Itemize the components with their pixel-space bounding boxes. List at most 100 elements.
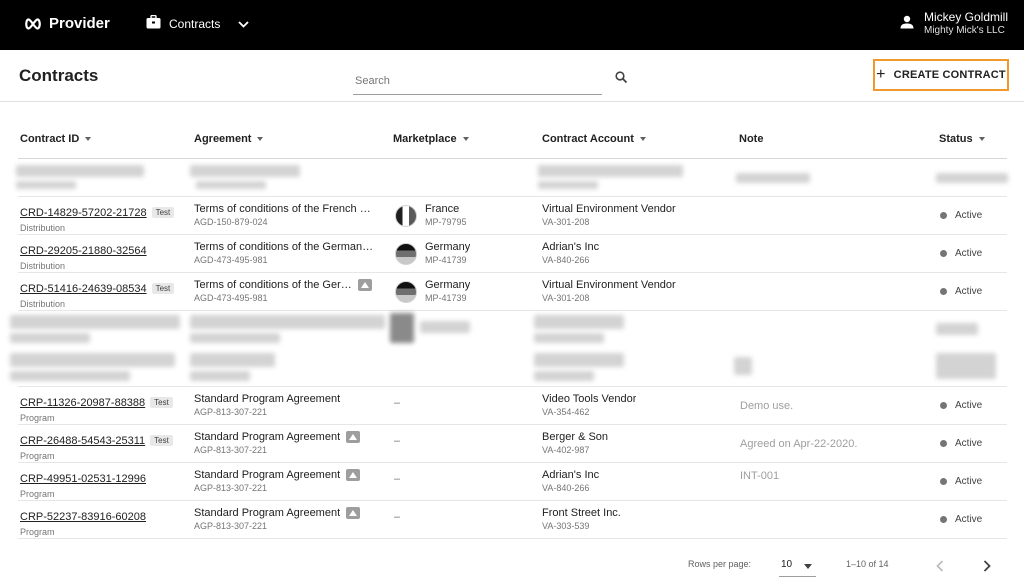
table-row[interactable]: CRP-52237-83916-60208 Program Standard P… — [18, 501, 1007, 539]
contracts-table: Contract ID Agreement Marketplace Contra… — [10, 122, 1008, 539]
status-dot-icon — [940, 478, 947, 485]
redacted-block — [190, 353, 275, 367]
column-header-contract-account[interactable]: Contract Account — [542, 133, 646, 145]
brand[interactable]: Provider — [24, 15, 110, 32]
redacted-block — [190, 165, 300, 177]
status-dot-icon — [940, 402, 947, 409]
account-name: Video Tools Vendor — [542, 393, 637, 405]
redacted-block — [10, 371, 130, 381]
column-header-contract-id[interactable]: Contract ID — [20, 133, 92, 145]
marketplace-name: – — [394, 435, 401, 447]
user-menu[interactable]: Mickey Goldmill Mighty Mick's LLC — [900, 11, 1008, 37]
redacted-block — [534, 315, 624, 329]
contract-type: Distribution — [20, 299, 66, 309]
column-label: Status — [939, 133, 973, 145]
contract-id-link[interactable]: CRD-14829-57202-21728 — [20, 207, 147, 219]
contract-id-link[interactable]: CRD-29205-21880-32564 — [20, 245, 147, 257]
contract-id-link[interactable]: CRP-52237-83916-60208 — [20, 511, 146, 523]
column-label: Agreement — [194, 133, 252, 145]
create-contract-label: CREATE CONTRACT — [893, 69, 1006, 81]
next-page-button[interactable] — [979, 558, 995, 574]
table-row-redacted — [16, 159, 1008, 197]
column-header-status[interactable]: Status — [939, 133, 985, 145]
warning-triangle-icon — [346, 469, 361, 481]
agreement-name: Standard Program Agreement — [194, 507, 341, 519]
table-row[interactable]: CRP-49951-02531-12996 Program Standard P… — [18, 463, 1007, 501]
search-input[interactable] — [353, 70, 602, 92]
rows-per-page-label: Rows per page: — [688, 559, 752, 569]
contract-type: Distribution — [20, 261, 66, 271]
test-badge: Test — [150, 435, 173, 446]
table-row[interactable]: CRD-14829-57202-21728 Test Distribution T… — [18, 197, 1007, 235]
contract-id-link[interactable]: CRP-49951-02531-12996 — [20, 473, 146, 485]
contract-id-link[interactable]: CRP-26488-54543-25311 — [20, 435, 145, 447]
table-header: Contract ID Agreement Marketplace Contra… — [18, 122, 1007, 159]
agreement-id: AGP-813-307-221 — [194, 445, 268, 455]
status-badge: Active — [940, 476, 982, 487]
marketplace-name: – — [394, 511, 401, 523]
plus-icon: + — [876, 66, 886, 83]
contract-id-link[interactable]: CRD-51416-24639-08534 — [20, 283, 147, 295]
table-row[interactable]: CRD-29205-21880-32564 Distribution Terms… — [18, 235, 1007, 273]
search-icon[interactable] — [615, 71, 628, 89]
module-switcher[interactable]: Contracts — [146, 14, 249, 32]
redacted-block — [936, 173, 1008, 183]
status-text: Active — [955, 514, 983, 525]
contract-type: Program — [20, 451, 55, 461]
sort-caret-icon — [978, 137, 985, 141]
agreement-id: AGD-150-879-024 — [194, 217, 268, 227]
account-id: VA-301-208 — [542, 293, 590, 303]
warning-triangle-icon — [346, 507, 361, 519]
account-id: VA-840-266 — [542, 483, 590, 493]
contract-id-link[interactable]: CRP-11326-20987-88388 — [20, 397, 145, 409]
account-name: Virtual Environment Vendor — [542, 279, 676, 291]
status-badge: Active — [940, 248, 982, 259]
marketplace-name: – — [394, 397, 401, 409]
status-dot-icon — [940, 212, 947, 219]
agreement-name: Terms of conditions of the German… — [194, 241, 374, 253]
brand-name: Provider — [49, 15, 110, 32]
redacted-block — [190, 333, 280, 343]
create-contract-button[interactable]: + CREATE CONTRACT — [873, 59, 1009, 91]
previous-page-button[interactable] — [932, 558, 948, 574]
redacted-block — [534, 353, 624, 367]
agreement-id: AGP-813-307-221 — [194, 521, 268, 531]
column-label: Note — [739, 133, 764, 145]
table-row[interactable]: CRP-26488-54543-25311 Test Program Standa… — [18, 425, 1007, 463]
account-id: VA-301-208 — [542, 217, 590, 227]
germany-flag-icon — [395, 281, 417, 303]
account-name: Adrian's Inc — [542, 241, 600, 253]
redacted-block — [734, 357, 752, 375]
marketplace-name: Germany — [425, 279, 471, 291]
contract-type: Program — [20, 489, 55, 499]
status-badge: Active — [940, 438, 982, 449]
redacted-block — [538, 165, 683, 177]
agreement-id: AGP-813-307-221 — [194, 407, 268, 417]
agreement-name: Standard Program Agreement — [194, 393, 341, 405]
column-header-marketplace[interactable]: Marketplace — [393, 133, 469, 145]
contract-type: Program — [20, 527, 55, 537]
agreement-name: Standard Program Agreement — [194, 469, 341, 481]
test-badge: Test — [151, 283, 175, 294]
account-name: Virtual Environment Vendor — [542, 203, 676, 215]
redacted-block — [534, 333, 604, 343]
note-text: INT-001 — [740, 470, 780, 482]
redacted-block — [190, 315, 385, 329]
status-text: Active — [955, 476, 983, 487]
rows-per-page-select[interactable]: 10 — [779, 555, 816, 577]
sort-caret-icon — [639, 137, 646, 141]
status-dot-icon — [940, 516, 947, 523]
user-organization: Mighty Mick's LLC — [923, 25, 1005, 36]
search-field[interactable] — [353, 70, 602, 95]
table-row[interactable]: CRD-51416-24639-08534 Test Distribution T… — [18, 273, 1007, 311]
column-header-agreement[interactable]: Agreement — [194, 133, 264, 145]
redacted-block — [10, 315, 180, 329]
test-badge: Test — [150, 397, 173, 408]
rows-per-page-value: 10 — [781, 559, 793, 570]
account-id: VA-303-539 — [542, 521, 590, 531]
chevron-left-icon — [936, 560, 944, 572]
redacted-block — [390, 313, 414, 343]
status-text: Active — [955, 438, 983, 449]
table-row[interactable]: CRP-11326-20987-88388 Test Program Standa… — [18, 387, 1007, 425]
table-row-redacted — [10, 349, 1007, 387]
